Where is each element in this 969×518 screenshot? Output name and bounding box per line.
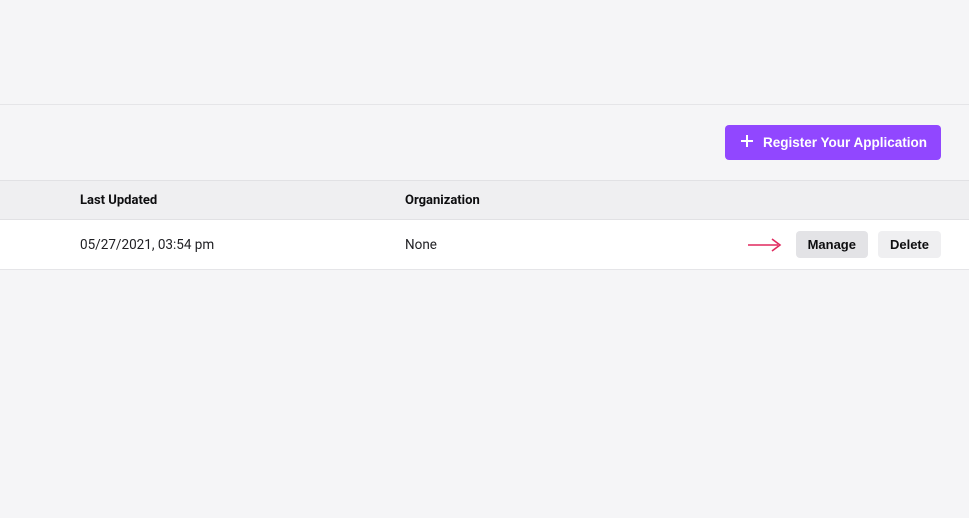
- applications-table: Last Updated Organization 05/27/2021, 03…: [0, 180, 969, 270]
- cell-actions: Manage Delete: [669, 231, 969, 258]
- manage-button[interactable]: Manage: [796, 231, 868, 258]
- top-spacer: [0, 0, 969, 105]
- register-application-button[interactable]: Register Your Application: [725, 125, 941, 160]
- register-button-label: Register Your Application: [763, 135, 927, 150]
- cell-organization: None: [405, 237, 669, 253]
- table-header-row: Last Updated Organization: [0, 180, 969, 220]
- plus-icon: [739, 133, 755, 152]
- column-header-organization: Organization: [405, 193, 669, 208]
- delete-button[interactable]: Delete: [878, 231, 941, 258]
- cell-last-updated: 05/27/2021, 03:54 pm: [0, 237, 405, 253]
- table-row: 05/27/2021, 03:54 pm None Manage Delete: [0, 220, 969, 270]
- action-bar: Register Your Application: [0, 105, 969, 180]
- column-header-last-updated: Last Updated: [0, 193, 405, 208]
- arrow-right-annotation-icon: [748, 237, 784, 253]
